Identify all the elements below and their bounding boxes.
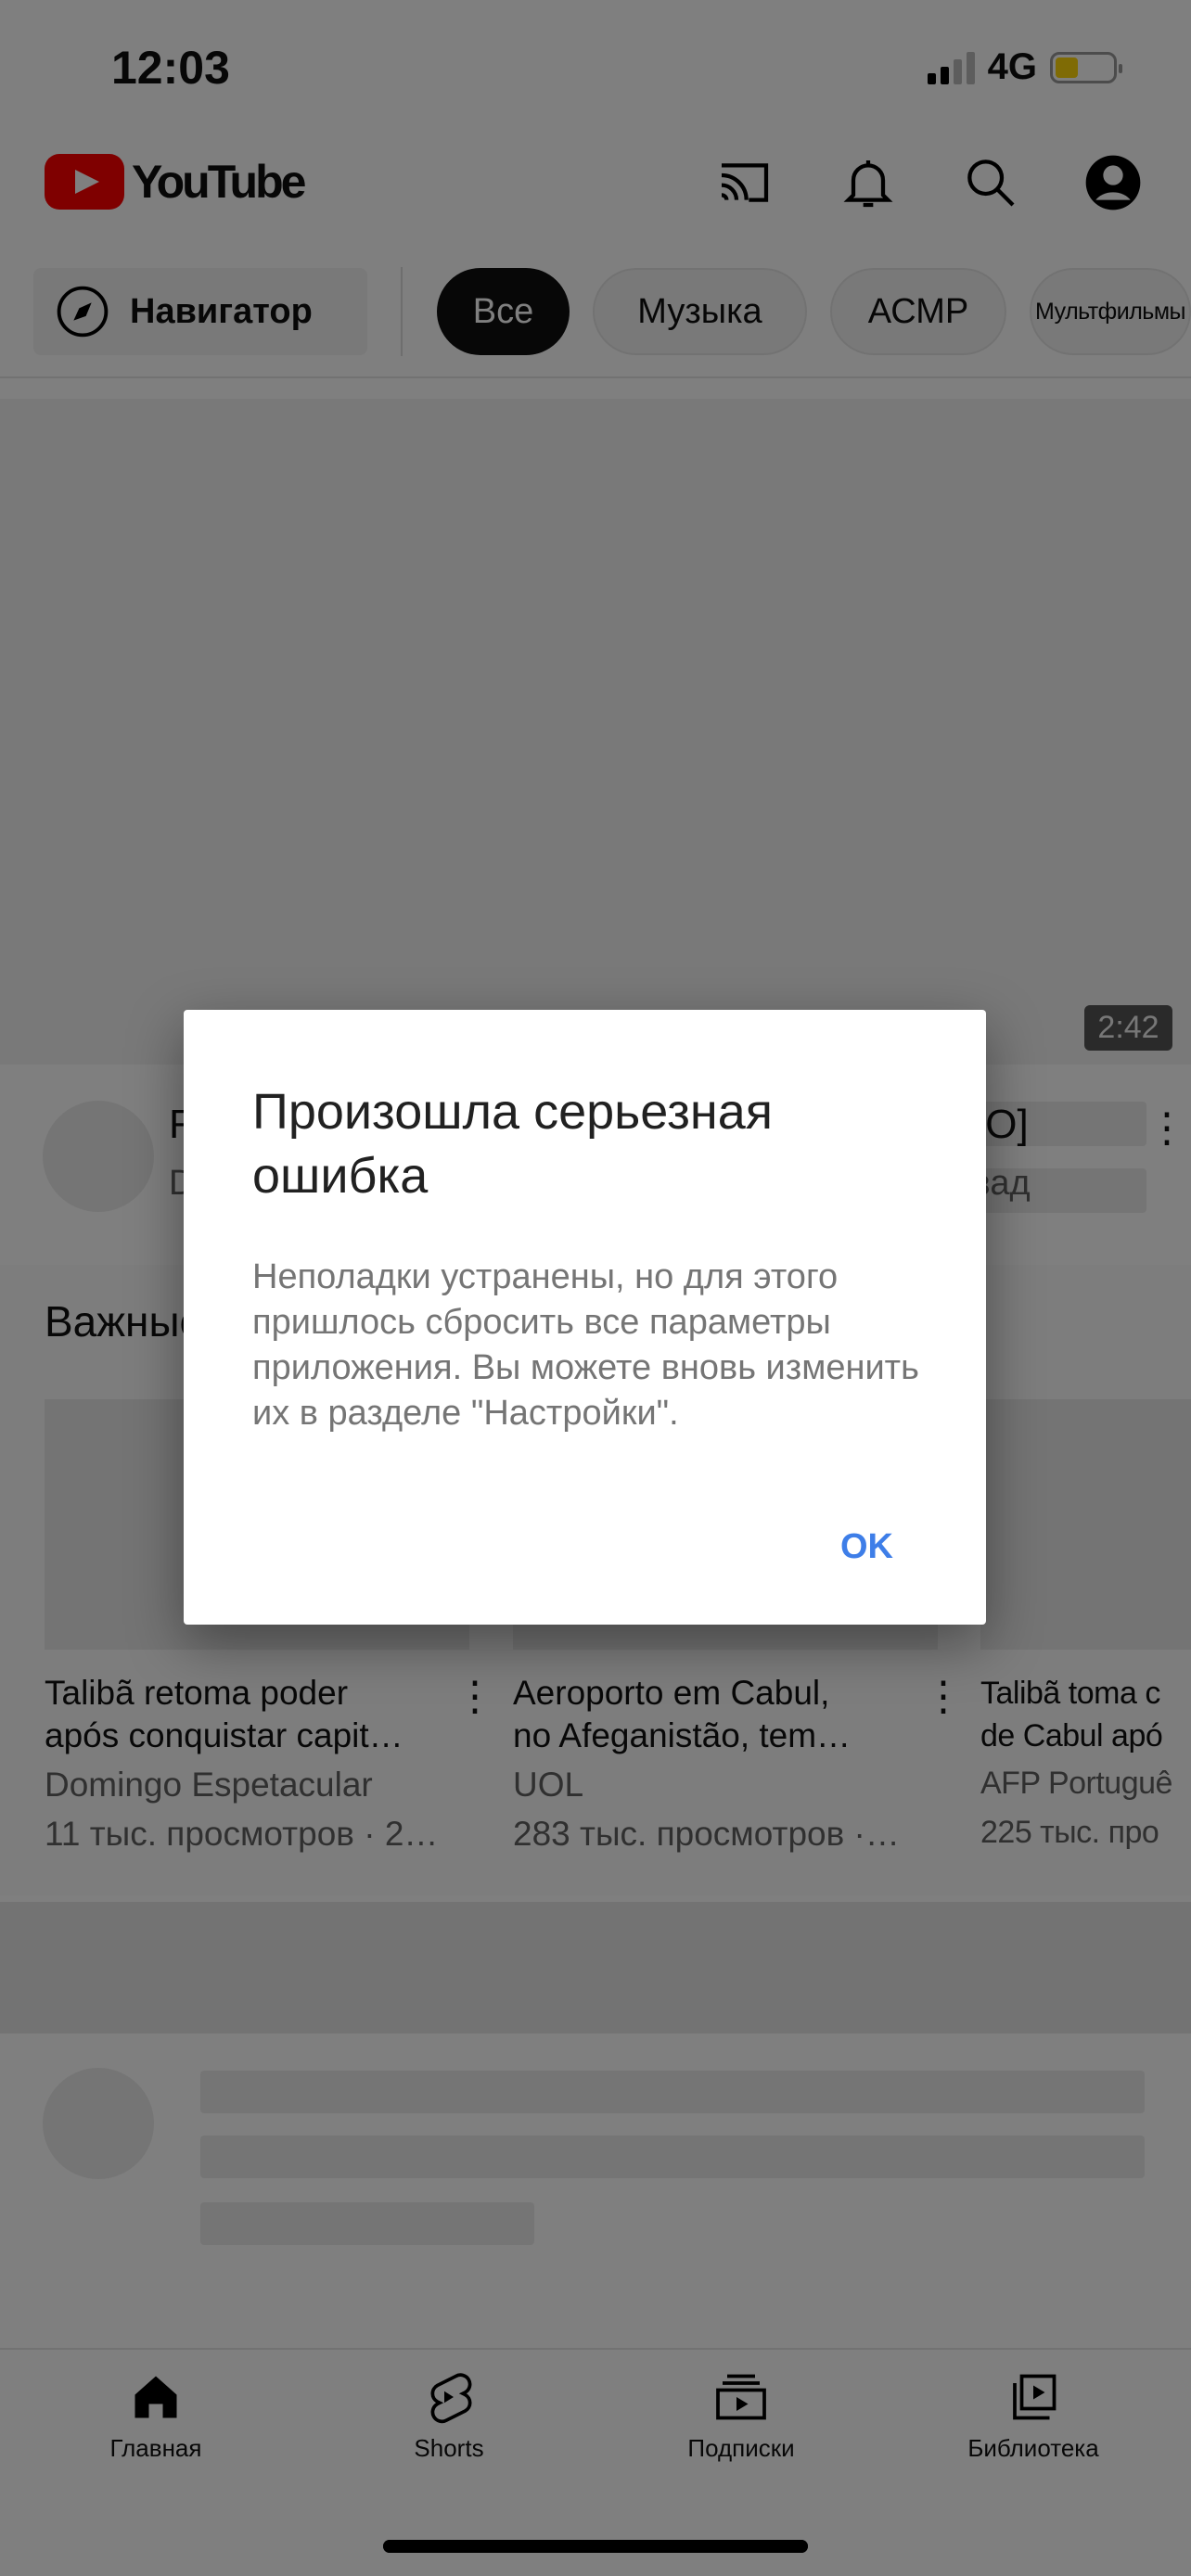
home-indicator-top xyxy=(383,2540,808,2553)
ok-button[interactable]: OK xyxy=(840,1527,893,1567)
dialog-title: Произошла серьезная ошибка xyxy=(252,1084,773,1204)
dialog-message: Неполадки устранены, но для этого пришло… xyxy=(252,1257,919,1433)
error-dialog: Произошла серьезная ошибка Неполадки уст… xyxy=(184,1010,986,1625)
